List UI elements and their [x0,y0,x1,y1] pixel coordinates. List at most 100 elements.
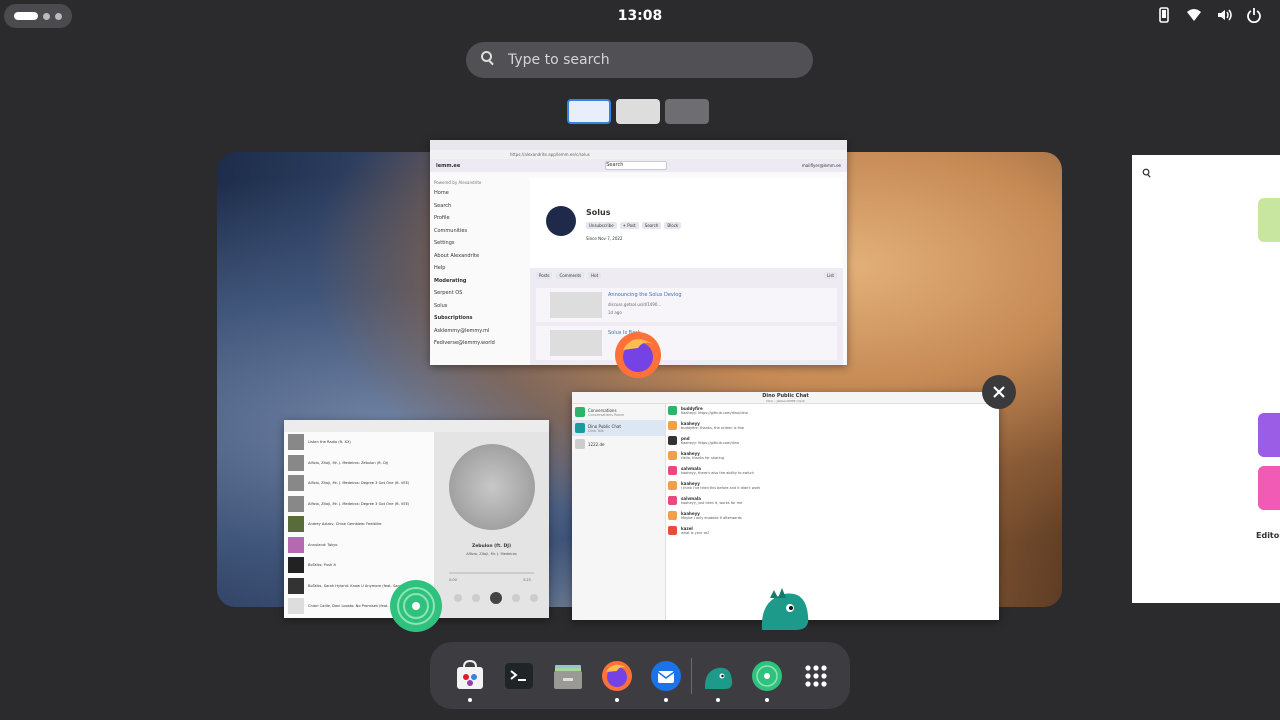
workspace-thumbnail-3[interactable] [665,99,709,124]
dino-icon [704,667,732,689]
power-icon[interactable] [1246,7,1262,23]
list-item[interactable]: BoTalks: Push It [284,555,434,576]
previous-button[interactable] [472,594,480,602]
track-art [288,434,304,451]
playback-controls [454,592,538,604]
message-text: Kaaheyy: https://github.com/dino [681,441,740,445]
track-title: Listen the Radio (ft. XX) [308,440,351,445]
post-link[interactable]: discuss.getsol.us/d/1490... [608,302,661,307]
firefox-icon [601,660,632,691]
list-item[interactable]: Alfizio, Zitoji, Mr. J. Medeiros: Degree… [284,473,434,494]
room-icon [575,407,585,417]
active-workspace-indicator [14,12,38,20]
community-search-button[interactable]: Search [641,222,662,229]
sidebar-item-about[interactable]: About Alexandrite [434,250,526,263]
room-name: Dino Public Chat [588,423,621,429]
post-button[interactable]: + Post [619,222,639,229]
next-button[interactable] [512,594,520,602]
tab-comments[interactable]: Comments [556,272,585,279]
post-item[interactable]: Solus Is Back [536,326,837,360]
conversation-item[interactable]: Dino Public Chat Dino Talk [572,420,665,436]
chat-header: Dino Public Chat Dino – Jabber/XMPP clie… [572,392,999,404]
terminal-launcher[interactable] [494,651,543,700]
list-item[interactable]: Alfizio, Zitoji, Mr. J. Medeiros: Zebulo… [284,453,434,474]
room-desc: Dino Talk [588,428,604,433]
community-icon [546,206,576,236]
post-thumbnail[interactable] [550,292,602,318]
message-list: buddyfire Kaaheyy: https://github.com/din… [668,406,995,610]
sidebar-item-asklemmy[interactable]: Asklemmy@lemmy.ml [434,325,526,338]
dino-launcher[interactable] [693,651,742,702]
sidebar-item-solus[interactable]: Solus [434,300,526,313]
sidebar-item-search[interactable]: Search [434,200,526,213]
sidebar-item-settings[interactable]: Settings [434,237,526,250]
close-workspace-button[interactable] [982,375,1016,409]
firefox-launcher[interactable] [592,651,641,702]
post-title[interactable]: Announcing the Solus Devlog [608,292,682,298]
sidebar-item-help[interactable]: Help [434,262,526,275]
unsubscribe-button[interactable]: Unsubscribe [586,222,617,229]
track-art [288,495,304,512]
clock[interactable]: 13:08 [618,8,663,24]
list-item[interactable]: Alfizio, Zitoji, Mr. J. Medeiros: Degree… [284,494,434,515]
browser-tab-bar[interactable] [430,140,847,150]
track-art [288,577,304,594]
dash-separator [691,657,692,694]
sidebar-item-fediverse[interactable]: Fediverse@lemmy.world [434,337,526,350]
queue-button[interactable] [530,594,538,602]
sidebar-item-serpent-os[interactable]: Serpent OS [434,287,526,300]
phone-icon[interactable] [1156,7,1172,23]
sort-select[interactable]: Hot [588,272,602,279]
workspace-thumbnail-1[interactable] [567,99,611,124]
browser-url-bar[interactable]: https://alexandrite.app/lemm.ee/c/solus [430,150,847,159]
conversation-item[interactable]: Conversations Conversations Room [572,404,665,420]
files-launcher[interactable] [543,651,592,700]
volume-icon[interactable] [1216,7,1232,23]
list-item[interactable]: Listen the Radio (ft. XX) [284,432,434,453]
album-art [449,444,535,530]
sidebar-item-communities[interactable]: Communities [434,225,526,238]
workspace-thumbnail-2[interactable] [616,99,660,124]
search-bar[interactable] [466,42,813,78]
show-apps-button[interactable] [791,651,840,700]
lemmy-sidebar: Powered by Alexandrite Home Search Profi… [434,178,526,350]
running-indicator [467,698,472,702]
system-tray[interactable] [1156,7,1262,23]
app-grid-icon [804,664,827,687]
play-button[interactable] [490,592,502,604]
lemmy-user[interactable]: mailflyer@lemm.ee [802,163,841,168]
conversation-item[interactable]: 1222.de [572,436,665,452]
seek-bar[interactable] [449,572,534,574]
dash [430,642,850,709]
lemmy-search-input[interactable]: Search [605,161,668,170]
track-title: BoTalks: Push It [308,563,336,568]
message: kazel what is your os? [668,526,995,535]
post-item[interactable]: Announcing the Solus Devlog discuss.gets… [536,288,837,322]
view-select[interactable]: List [824,272,837,279]
repeat-button[interactable] [454,594,462,602]
thunderbird-launcher[interactable] [641,651,690,702]
tab-posts[interactable]: Posts [536,272,553,279]
track-art [288,454,304,471]
block-button[interactable]: Block [664,222,682,229]
subscriptions-heading: Subscriptions [434,315,473,321]
search-input[interactable] [506,51,813,69]
post-age: 1d ago [608,310,622,315]
wifi-icon[interactable] [1186,7,1202,23]
activities-button[interactable] [4,4,72,28]
room-name: 1222.de [588,441,605,447]
sidebar-item-profile[interactable]: Profile [434,212,526,225]
post-thumbnail[interactable] [550,330,602,356]
list-item[interactable]: Annuland: Tokyo [284,535,434,556]
now-playing-title: Zebulon (ft. DJ) [471,544,512,549]
music-launcher[interactable] [742,651,791,702]
workspace-dot [43,12,50,20]
software-center-launcher[interactable] [445,651,494,702]
running-indicator [663,698,668,702]
top-bar: 13:08 [0,0,1280,32]
conversation-list: Conversations Conversations Room Dino Pu… [572,404,666,620]
sidebar-item-home[interactable]: Home [434,187,526,200]
list-item[interactable]: Andrey Azizov, Chloe Gembiew: Feelslike [284,514,434,535]
message: salvmala kaaheyy, there's also the abilit… [668,466,995,475]
site-name[interactable]: lemm.ee [436,163,460,169]
